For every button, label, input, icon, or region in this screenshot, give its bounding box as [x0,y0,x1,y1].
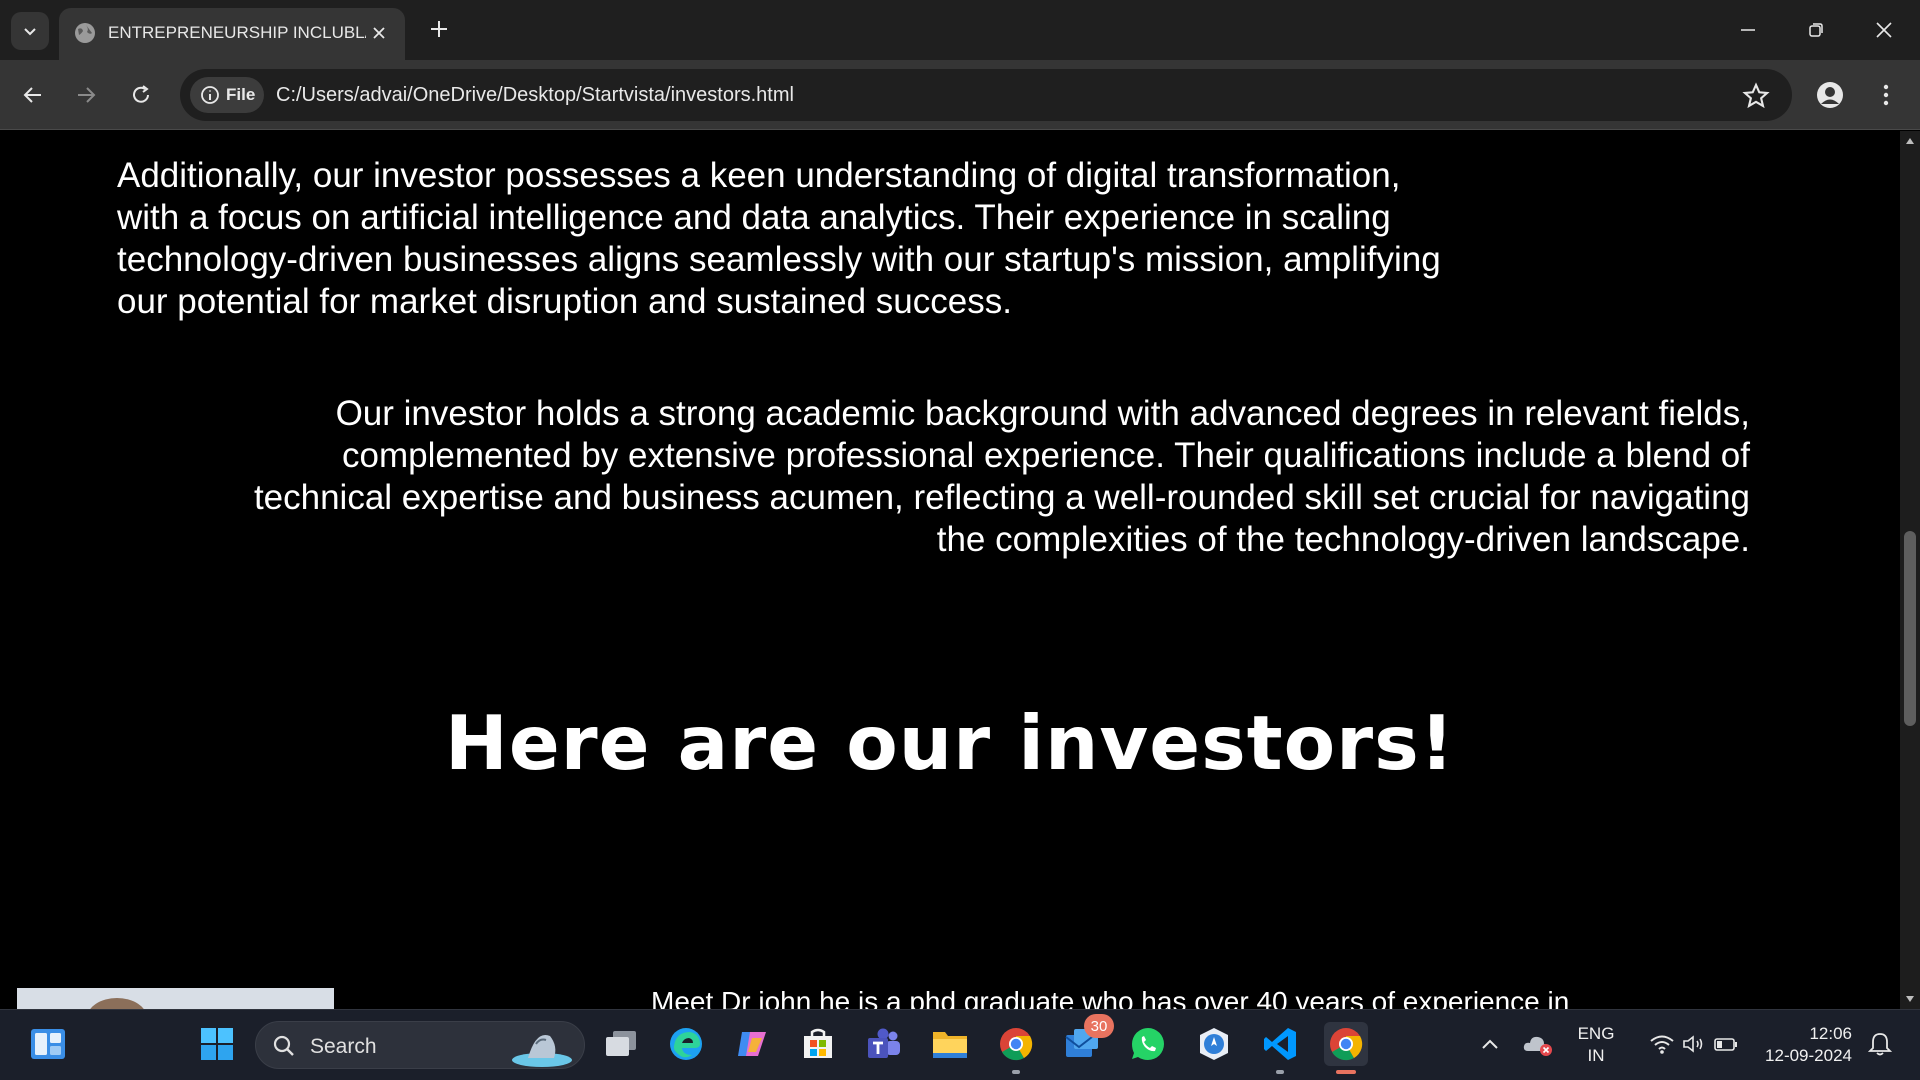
investor-intro-text: Meet Dr john he is a phd graduate who ha… [651,986,1570,1009]
store-icon [804,1028,832,1058]
onedrive-status[interactable] [1516,1022,1560,1066]
reload-button[interactable] [121,75,161,115]
investors-heading: Here are our investors! [445,699,1455,787]
region-code: IN [1587,1046,1605,1065]
bookmark-star-icon[interactable] [1742,82,1770,110]
tab-title: ENTREPRENEURSHIP INCLUBLA [108,23,366,42]
file-explorer-app[interactable] [928,1022,972,1066]
widgets-button[interactable] [26,1022,70,1066]
vscode-icon [1264,1028,1296,1060]
investor-photo-head [87,998,147,1009]
browser-tab[interactable]: ENTREPRENEURSHIP INCLUBLA [59,8,405,60]
tab-close-button[interactable] [367,21,391,45]
chrome-icon [1330,1028,1363,1061]
globe-icon [75,23,95,43]
minimize-icon [1741,29,1755,31]
profile-button[interactable] [1810,75,1850,115]
search-highlight-icon [512,1034,572,1067]
forward-button[interactable] [66,75,106,115]
site-info-label: File [226,85,256,104]
app-store-app[interactable] [1192,1022,1236,1066]
triangle-up-icon [1906,138,1914,144]
vscode-app[interactable] [1258,1022,1302,1074]
investor-paragraph-1: Additionally, our investor possesses a k… [117,156,1441,321]
notification-badge: 30 [1084,1014,1114,1038]
whatsapp-icon [1132,1028,1164,1060]
restore-button[interactable] [1796,12,1836,48]
copilot-icon [738,1032,766,1056]
battery-icon [1714,1038,1737,1051]
triangle-down-icon [1906,996,1914,1002]
scroll-down-button[interactable] [1904,993,1916,1005]
notifications-button[interactable] [1862,1022,1898,1066]
scroll-thumb[interactable] [1904,531,1916,726]
mail-app[interactable]: 30 [1060,1014,1114,1066]
arrow-right-icon [78,87,96,103]
chrome-app[interactable] [994,1022,1038,1074]
task-view-button[interactable] [599,1022,643,1066]
task-view-icon [606,1031,636,1056]
compass-icon [1200,1028,1228,1060]
close-icon [1876,22,1892,38]
copilot-app[interactable] [730,1022,774,1066]
running-indicator [1276,1070,1284,1074]
browser-menu-button[interactable] [1866,75,1906,115]
scroll-up-button[interactable] [1904,135,1916,147]
investor-paragraph-2: Our investor holds a strong academic bac… [253,394,1750,559]
tab-bar: ENTREPRENEURSHIP INCLUBLA [0,0,1920,60]
close-icon [373,27,385,39]
chrome-active-app[interactable] [1324,1022,1368,1074]
windows-logo-icon [201,1028,233,1060]
chevron-up-icon [1482,1039,1498,1049]
input-language[interactable]: ENG IN [1572,1023,1620,1067]
reload-icon [133,85,149,103]
whatsapp-app[interactable] [1126,1022,1170,1066]
taskbar: Search 30 ENG IN 12:06 12-09-2024 [0,1009,1920,1080]
teams-icon [868,1028,900,1058]
clock-date: 12-09-2024 [1765,1046,1852,1065]
browser-toolbar: File C:/Users/advai/OneDrive/Desktop/Sta… [0,60,1920,130]
tab-search-button[interactable] [11,12,49,50]
cloud-error-icon [1523,1036,1552,1056]
language-code: ENG [1577,1024,1615,1043]
url-text[interactable]: C:/Users/advai/OneDrive/Desktop/Startvis… [276,84,794,107]
investor-photo [17,988,334,1009]
search-label: Search [310,1035,377,1058]
close-window-button[interactable] [1864,12,1904,48]
start-button[interactable] [195,1022,239,1066]
show-hidden-icons-button[interactable] [1468,1022,1512,1066]
teams-app[interactable] [862,1022,906,1066]
arrow-left-icon [23,87,41,103]
more-vertical-icon [1883,84,1889,106]
edge-icon [670,1028,702,1060]
taskbar-search[interactable]: Search [255,1021,585,1069]
microsoft-store-app[interactable] [796,1022,840,1066]
minimize-button[interactable] [1728,12,1768,48]
wifi-icon [1650,1035,1674,1054]
address-bar[interactable]: File C:/Users/advai/OneDrive/Desktop/Sta… [180,69,1792,121]
search-icon [273,1035,294,1056]
notification-bell-icon [1868,1033,1892,1056]
new-tab-button[interactable] [424,14,454,44]
page-viewport: Additionally, our investor possesses a k… [0,131,1900,1009]
active-indicator [1336,1070,1356,1074]
volume-icon [1683,1035,1703,1053]
clock[interactable]: 12:06 12-09-2024 [1756,1023,1852,1067]
info-icon [201,86,219,104]
edge-app[interactable] [664,1022,708,1066]
widgets-icon [31,1029,65,1059]
profile-icon [1817,82,1843,108]
running-indicator [1012,1070,1020,1074]
clock-time: 12:06 [1809,1024,1852,1043]
plus-icon [431,21,447,37]
restore-icon [1809,23,1823,37]
folder-icon [933,1032,967,1058]
chevron-down-icon [24,28,36,36]
back-button[interactable] [13,75,53,115]
chrome-icon [1000,1028,1033,1061]
page-scrollbar[interactable] [1900,131,1920,1009]
quick-settings-button[interactable] [1640,1022,1748,1066]
